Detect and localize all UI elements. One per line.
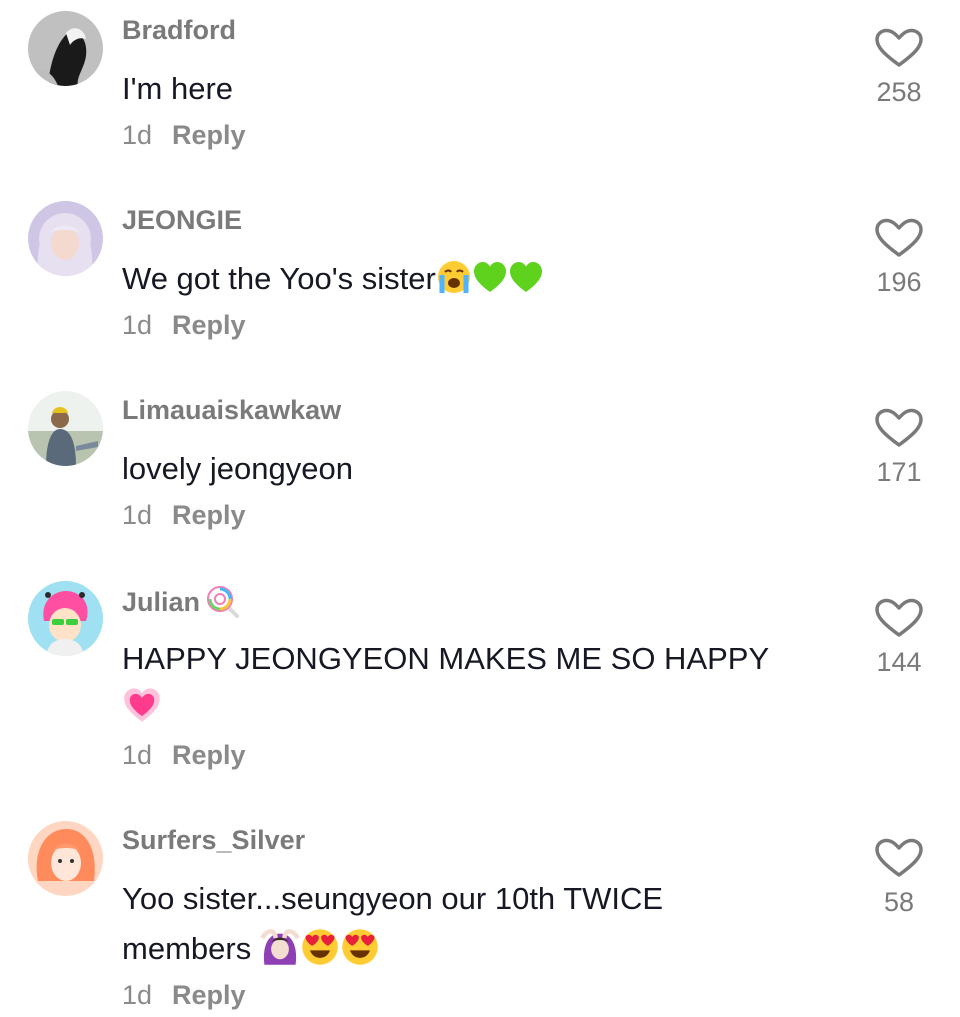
heart-outline-icon[interactable] xyxy=(874,838,924,878)
green-heart-icon xyxy=(473,262,506,292)
timestamp: 1d xyxy=(122,120,153,150)
comment-text-line2: members xyxy=(122,931,252,966)
username[interactable]: JEONGIE xyxy=(122,205,242,236)
comment-text-line1: Yoo sister...seungyeon our 10th TWICE xyxy=(122,881,664,916)
username[interactable]: Limauaiskawkaw xyxy=(122,395,341,426)
comment-item: Surfers_Silver Yoo sister...seungyeon ou… xyxy=(0,810,960,1017)
reply-button[interactable]: Reply xyxy=(172,120,246,150)
comment-text: We got the Yoo's sister xyxy=(122,254,822,304)
heart-outline-icon[interactable] xyxy=(874,218,924,258)
comment-meta: 1d Reply xyxy=(122,740,246,771)
heart-outline-icon[interactable] xyxy=(874,28,924,68)
comment-text: Yoo sister...seungyeon our 10th TWICE mem… xyxy=(122,874,822,974)
woman-ok-gesture-icon xyxy=(260,929,300,965)
like-count: 196 xyxy=(876,267,922,297)
green-heart-icon xyxy=(509,262,542,292)
comment-meta: 1d Reply xyxy=(122,980,246,1011)
username[interactable]: Julian xyxy=(122,585,240,619)
comment-meta: 1d Reply xyxy=(122,120,246,151)
timestamp: 1d xyxy=(122,500,153,530)
comment-text: lovely jeongyeon xyxy=(122,451,353,486)
reply-button[interactable]: Reply xyxy=(172,740,246,770)
reply-button[interactable]: Reply xyxy=(172,980,246,1010)
comment-item: Julian HAPPY JEONGYEON MAKES ME SO HAPPY… xyxy=(0,570,960,810)
growing-heart-icon xyxy=(124,688,160,722)
heart-outline-icon[interactable] xyxy=(874,598,924,638)
username[interactable]: Surfers_Silver xyxy=(122,825,305,856)
like-count: 58 xyxy=(883,887,915,917)
timestamp: 1d xyxy=(122,980,153,1010)
like-count: 171 xyxy=(876,457,922,487)
heart-eyes-face-icon xyxy=(302,929,338,965)
lollipop-icon xyxy=(207,586,240,618)
comment-meta: 1d Reply xyxy=(122,310,246,341)
avatar[interactable] xyxy=(28,201,103,276)
comment-text: I'm here xyxy=(122,71,234,106)
avatar[interactable] xyxy=(28,581,103,656)
avatar[interactable] xyxy=(28,391,103,466)
comment-text-content: We got the Yoo's sister xyxy=(122,261,436,296)
avatar[interactable] xyxy=(28,821,103,896)
avatar[interactable] xyxy=(28,11,103,86)
comment-item: Bradford I'm here 1d Reply 258 xyxy=(0,0,960,190)
comment-text: HAPPY JEONGYEON MAKES ME SO HAPPY xyxy=(122,634,822,734)
timestamp: 1d xyxy=(122,310,153,340)
comment-text-content: HAPPY JEONGYEON MAKES ME SO HAPPY xyxy=(122,641,770,676)
loudly-crying-face-icon xyxy=(437,261,470,293)
heart-outline-icon[interactable] xyxy=(874,408,924,448)
like-count: 258 xyxy=(876,77,922,107)
reply-button[interactable]: Reply xyxy=(172,310,246,340)
comment-meta: 1d Reply xyxy=(122,500,246,531)
like-count: 144 xyxy=(876,647,922,677)
username-text[interactable]: Julian xyxy=(122,587,200,617)
timestamp: 1d xyxy=(122,740,153,770)
heart-eyes-face-icon xyxy=(342,929,378,965)
username[interactable]: Bradford xyxy=(122,15,236,46)
comment-item: Limauaiskawkaw lovely jeongyeon 1d Reply … xyxy=(0,380,960,570)
comment-item: JEONGIE We got the Yoo's sister 1d Reply … xyxy=(0,190,960,380)
reply-button[interactable]: Reply xyxy=(172,500,246,530)
